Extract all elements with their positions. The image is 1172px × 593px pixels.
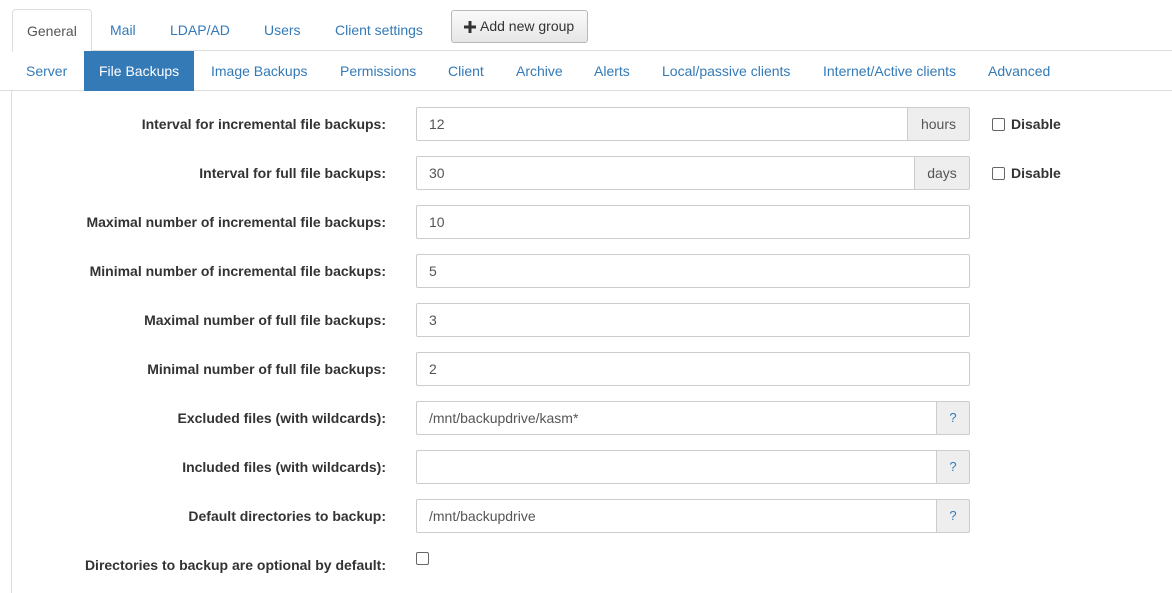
incr-interval-group: hours — [416, 107, 970, 141]
subtab-internet-active-clients[interactable]: Internet/Active clients — [823, 51, 956, 91]
incr-interval-label: Interval for incremental file backups: — [141, 116, 386, 132]
min-full-input[interactable] — [416, 352, 970, 386]
optional-default-label: Directories to backup are optional by de… — [84, 557, 386, 573]
min-incr-input[interactable] — [416, 254, 970, 288]
included-files-input[interactable] — [416, 450, 937, 484]
max-full-label: Maximal number of full file backups: — [144, 312, 386, 328]
max-incr-input[interactable] — [416, 205, 970, 239]
incr-disable-checkbox[interactable] — [992, 118, 1005, 131]
subtab-local-passive-clients[interactable]: Local/passive clients — [662, 51, 790, 91]
subtab-permissions[interactable]: Permissions — [340, 51, 416, 91]
excluded-files-help-button[interactable]: ? — [937, 401, 970, 435]
default-dirs-group: ? — [416, 499, 970, 533]
default-dirs-input[interactable] — [416, 499, 937, 533]
min-incr-label: Minimal number of incremental file backu… — [89, 263, 386, 279]
incr-interval-input[interactable] — [416, 107, 908, 141]
subtab-file-backups[interactable]: File Backups — [84, 51, 195, 91]
subtab-client[interactable]: Client — [448, 51, 484, 91]
full-disable-label: Disable — [1011, 165, 1061, 181]
excluded-files-label: Excluded files (with wildcards): — [177, 410, 386, 426]
max-full-input[interactable] — [416, 303, 970, 337]
tab-general[interactable]: General — [12, 9, 92, 52]
included-files-help-button[interactable]: ? — [937, 450, 970, 484]
subtab-alerts[interactable]: Alerts — [594, 51, 630, 91]
add-new-group-label: Add new group — [480, 18, 575, 34]
default-dirs-label: Default directories to backup: — [188, 508, 386, 524]
hours-addon: hours — [908, 107, 970, 141]
min-incr-group — [416, 254, 970, 288]
tab-mail[interactable]: Mail — [110, 9, 136, 51]
full-disable-option[interactable]: Disable — [992, 163, 1061, 183]
incr-disable-option[interactable]: Disable — [992, 114, 1061, 134]
full-interval-label: Interval for full file backups: — [199, 165, 386, 181]
full-interval-input[interactable] — [416, 156, 915, 190]
subtab-server[interactable]: Server — [26, 51, 67, 91]
excluded-files-group: ? — [416, 401, 970, 435]
sub-tab-bar: Server File Backups Image Backups Permis… — [0, 51, 1172, 91]
subtab-image-backups[interactable]: Image Backups — [211, 51, 308, 91]
max-incr-group — [416, 205, 970, 239]
excluded-files-input[interactable] — [416, 401, 937, 435]
included-files-label: Included files (with wildcards): — [182, 459, 386, 475]
plus-icon — [464, 18, 480, 34]
add-new-group-button[interactable]: Add new group — [451, 10, 588, 43]
incr-disable-label: Disable — [1011, 116, 1061, 132]
min-full-group — [416, 352, 970, 386]
optional-default-checkbox[interactable] — [416, 552, 429, 565]
included-files-group: ? — [416, 450, 970, 484]
max-full-group — [416, 303, 970, 337]
full-interval-group: days — [416, 156, 970, 190]
max-incr-label: Maximal number of incremental file backu… — [86, 214, 386, 230]
top-tab-bar: General Mail LDAP/AD Users Client settin… — [12, 9, 1172, 52]
min-full-label: Minimal number of full file backups: — [147, 361, 386, 377]
full-disable-checkbox[interactable] — [992, 167, 1005, 180]
tab-ldap-ad[interactable]: LDAP/AD — [170, 9, 230, 51]
subtab-advanced[interactable]: Advanced — [988, 51, 1050, 91]
days-addon: days — [915, 156, 970, 190]
default-dirs-help-button[interactable]: ? — [937, 499, 970, 533]
tab-users[interactable]: Users — [264, 9, 301, 51]
tab-client-settings[interactable]: Client settings — [335, 9, 423, 51]
subtab-archive[interactable]: Archive — [516, 51, 563, 91]
